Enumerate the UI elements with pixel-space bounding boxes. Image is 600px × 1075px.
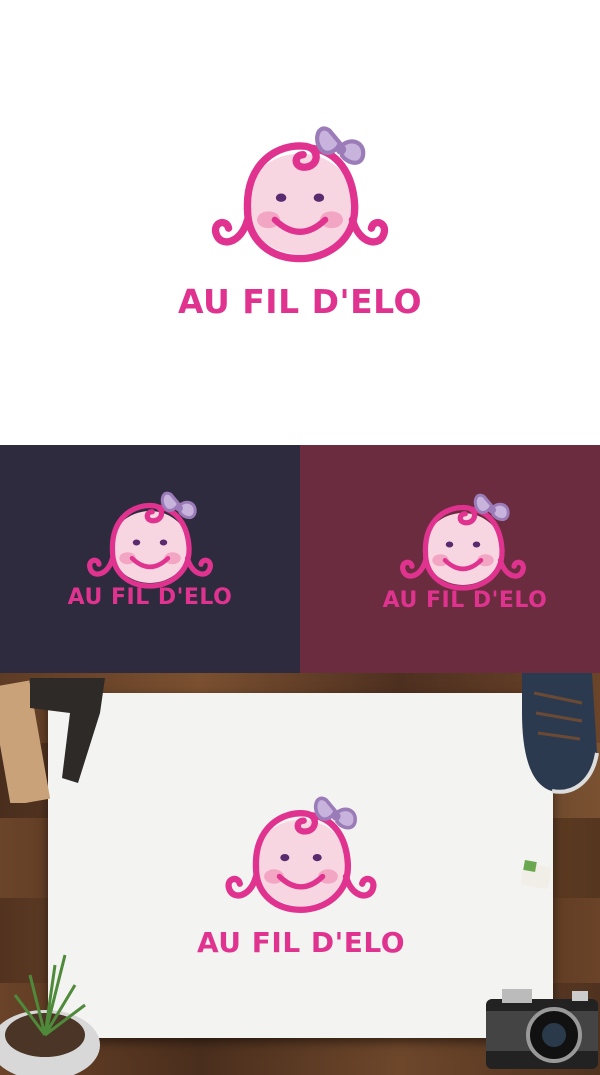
- potted-plant-icon: [0, 954, 100, 1075]
- brand-wordmark: AU FIL D'ELO: [67, 585, 233, 610]
- baby-face-logo-icon: [211, 791, 391, 917]
- plum-presentation-panel: AU FIL D'ELO: [300, 445, 600, 673]
- paper-mockup-panel: AU FIL D'ELO: [0, 673, 600, 1075]
- brand-wordmark: AU FIL D'ELO: [196, 926, 405, 959]
- hammer-icon: [0, 678, 105, 803]
- baby-face-logo-icon: [388, 489, 538, 594]
- shoe-icon: [522, 673, 599, 794]
- usb-drive-icon: [520, 860, 552, 889]
- brand-wordmark: AU FIL D'ELO: [382, 588, 548, 613]
- baby-face-logo-icon: [75, 487, 225, 592]
- paper-sheet: AU FIL D'ELO: [48, 693, 553, 1038]
- baby-face-logo-icon: [195, 120, 405, 267]
- camera-icon: [486, 989, 598, 1069]
- dark-navy-presentation-panel: AU FIL D'ELO: [0, 445, 300, 673]
- white-presentation-panel: AU FIL D'ELO: [0, 0, 600, 445]
- brand-wordmark: AU FIL D'ELO: [177, 282, 423, 321]
